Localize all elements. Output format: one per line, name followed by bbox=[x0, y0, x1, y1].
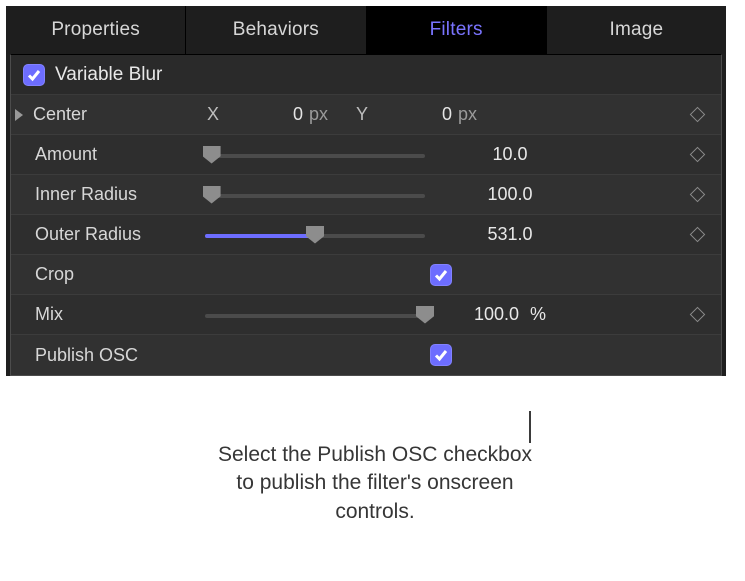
inner-radius-control: 100.0 bbox=[195, 184, 677, 205]
slider-knob[interactable] bbox=[416, 306, 434, 324]
mix-slider[interactable] bbox=[205, 305, 425, 325]
inner-radius-slider[interactable] bbox=[205, 185, 425, 205]
param-label-amount: Amount bbox=[35, 144, 195, 165]
slider-track bbox=[205, 194, 425, 198]
keyframe-button-center[interactable] bbox=[677, 109, 717, 120]
param-row-crop: Crop bbox=[11, 255, 721, 295]
param-label-outer-radius: Outer Radius bbox=[35, 224, 195, 245]
slider-knob[interactable] bbox=[203, 186, 221, 204]
check-icon bbox=[433, 267, 449, 283]
check-icon bbox=[433, 347, 449, 363]
mix-value: 100.0 bbox=[474, 304, 519, 324]
tab-image[interactable]: Image bbox=[547, 6, 726, 54]
param-label-center: Center bbox=[33, 104, 193, 125]
callout-leader-line bbox=[529, 411, 531, 443]
axis-x-value[interactable]: 0 bbox=[225, 104, 303, 125]
axis-y-unit: px bbox=[458, 104, 477, 125]
param-row-outer-radius: Outer Radius 531.0 bbox=[11, 215, 721, 255]
center-value-group: X 0 px Y 0 px bbox=[193, 104, 677, 125]
keyframe-button-mix[interactable] bbox=[677, 309, 717, 320]
callout-text: Select the Publish OSC checkbox to publi… bbox=[210, 441, 540, 526]
crop-checkbox[interactable] bbox=[430, 264, 452, 286]
param-row-center: Center X 0 px Y 0 px bbox=[11, 95, 721, 135]
diamond-icon bbox=[689, 107, 705, 123]
inspector-tabs: Properties Behaviors Filters Image bbox=[6, 6, 726, 54]
tab-properties[interactable]: Properties bbox=[6, 6, 186, 54]
axis-y-value[interactable]: 0 bbox=[374, 104, 452, 125]
diamond-icon bbox=[689, 187, 705, 203]
disclosure-icon[interactable] bbox=[15, 109, 23, 121]
amount-control: 10.0 bbox=[195, 144, 677, 165]
filter-enable-checkbox[interactable] bbox=[23, 64, 45, 86]
keyframe-button-outer-radius[interactable] bbox=[677, 229, 717, 240]
inspector-panel: Properties Behaviors Filters Image Varia… bbox=[6, 6, 726, 376]
filter-parameters: Variable Blur Center X 0 px Y 0 px Amoun… bbox=[10, 54, 722, 376]
amount-slider[interactable] bbox=[205, 145, 425, 165]
param-label-publish-osc: Publish OSC bbox=[35, 345, 195, 366]
mix-value-field[interactable]: 100.0 % bbox=[435, 304, 585, 325]
param-label-mix: Mix bbox=[35, 304, 195, 325]
slider-fill bbox=[205, 234, 315, 238]
outer-radius-control: 531.0 bbox=[195, 224, 677, 245]
amount-value-field[interactable]: 10.0 bbox=[435, 144, 585, 165]
param-row-mix: Mix 100.0 % bbox=[11, 295, 721, 335]
tab-filters[interactable]: Filters bbox=[367, 6, 547, 54]
param-row-publish-osc: Publish OSC bbox=[11, 335, 721, 375]
filter-title-row: Variable Blur bbox=[11, 55, 721, 95]
mix-unit: % bbox=[530, 304, 546, 324]
param-label-inner-radius: Inner Radius bbox=[35, 184, 195, 205]
mix-control: 100.0 % bbox=[195, 304, 677, 325]
diamond-icon bbox=[689, 227, 705, 243]
diamond-icon bbox=[689, 147, 705, 163]
publish-osc-checkbox[interactable] bbox=[430, 344, 452, 366]
param-row-inner-radius: Inner Radius 100.0 bbox=[11, 175, 721, 215]
inner-radius-value-field[interactable]: 100.0 bbox=[435, 184, 585, 205]
keyframe-button-amount[interactable] bbox=[677, 149, 717, 160]
axis-y-label: Y bbox=[356, 104, 368, 125]
param-row-amount: Amount 10.0 bbox=[11, 135, 721, 175]
filter-name-label: Variable Blur bbox=[55, 64, 162, 86]
outer-radius-slider[interactable] bbox=[205, 225, 425, 245]
axis-x-label: X bbox=[207, 104, 219, 125]
slider-track bbox=[205, 154, 425, 158]
param-label-crop: Crop bbox=[35, 264, 195, 285]
axis-x-unit: px bbox=[309, 104, 328, 125]
outer-radius-value-field[interactable]: 531.0 bbox=[435, 224, 585, 245]
slider-track bbox=[205, 314, 425, 318]
keyframe-button-inner-radius[interactable] bbox=[677, 189, 717, 200]
tab-behaviors[interactable]: Behaviors bbox=[186, 6, 366, 54]
slider-knob[interactable] bbox=[203, 146, 221, 164]
slider-knob[interactable] bbox=[306, 226, 324, 244]
diamond-icon bbox=[689, 307, 705, 323]
check-icon bbox=[26, 67, 42, 83]
